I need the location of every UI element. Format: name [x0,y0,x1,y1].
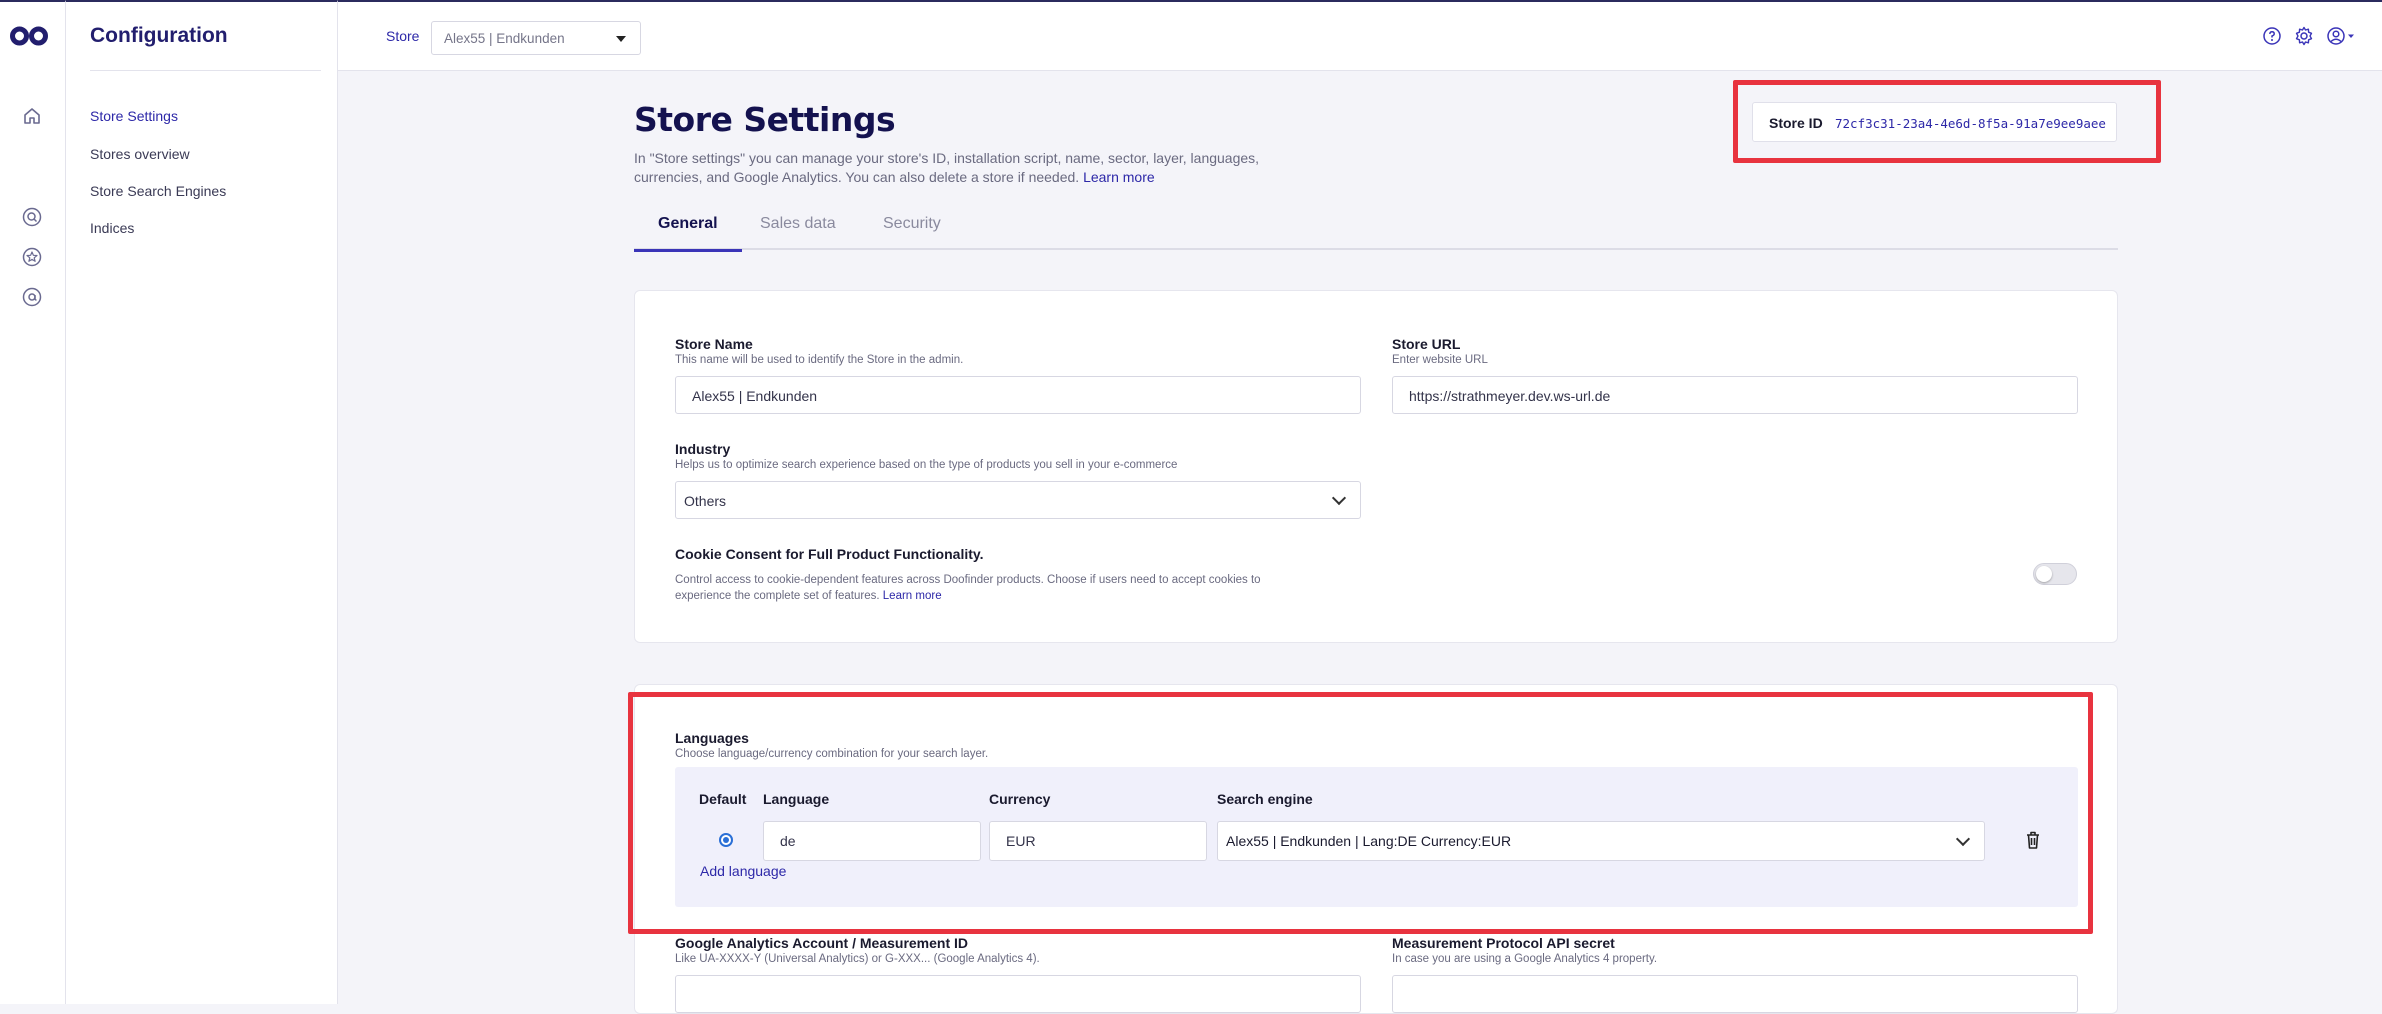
trash-icon[interactable] [2023,829,2043,851]
default-language-radio[interactable] [719,833,733,847]
tab-sales-data[interactable]: Sales data [736,214,860,250]
doofinder-logo-icon[interactable] [10,26,48,51]
column-language: Language [763,791,830,807]
home-icon[interactable] [22,106,42,126]
store-id-label: Store ID [1769,115,1823,131]
learn-more-link[interactable]: Learn more [1083,169,1155,185]
page-description: In "Store settings" you can manage your … [634,150,1260,185]
gear-icon[interactable] [2294,26,2314,46]
industry-select[interactable]: Others [675,481,1361,519]
cookie-learn-more-link[interactable]: Learn more [883,590,942,602]
industry-label: Industry [675,441,731,457]
chevron-down-icon [1955,831,1971,847]
sidebar-divider [90,70,321,71]
cookie-consent-help: Control access to cookie-dependent featu… [675,574,1261,602]
page-title: Store Settings [634,100,896,139]
sidebar-item-indices[interactable]: Indices [90,220,134,236]
chevron-down-icon [1331,490,1347,506]
languages-table: Default Language Currency Search engine … [675,767,2078,907]
cookie-consent-label: Cookie Consent for Full Product Function… [675,546,984,562]
store-url-label: Store URL [1392,336,1461,352]
store-name-help: This name will be used to identify the S… [675,354,964,366]
currency-input[interactable]: EUR [989,821,1207,861]
ga-account-help: Like UA-XXXX-Y (Universal Analytics) or … [675,953,1040,965]
configuration-sidebar: Configuration Store Settings Stores over… [66,0,338,1004]
chevron-down-icon [616,36,626,42]
at-icon[interactable] [22,287,42,307]
search-icon[interactable] [22,207,42,227]
measurement-secret-label: Measurement Protocol API secret [1392,935,1615,951]
store-name-input[interactable]: Alex55 | Endkunden [675,376,1361,414]
help-icon[interactable] [2262,26,2282,46]
languages-title: Languages [675,730,749,746]
column-search-engine: Search engine [1217,791,1313,807]
icon-rail [0,0,66,1004]
sidebar-item-store-settings[interactable]: Store Settings [90,108,178,124]
languages-card: Languages Choose language/currency combi… [634,684,2118,1014]
store-url-input[interactable]: https://strathmeyer.dev.ws-url.de [1392,376,2078,414]
industry-help: Helps us to optimize search experience b… [675,459,1178,471]
store-url-help: Enter website URL [1392,354,1488,366]
store-selector-value: Alex55 | Endkunden [444,31,565,46]
store-id-box[interactable]: Store ID 72cf3c31-23a4-4e6d-8f5a-91a7e9e… [1752,102,2117,142]
sidebar-item-stores-overview[interactable]: Stores overview [90,146,190,162]
column-currency: Currency [989,791,1051,807]
store-id-value[interactable]: 72cf3c31-23a4-4e6d-8f5a-91a7e9ee9aee [1835,116,2106,131]
sidebar-title: Configuration [90,24,228,47]
measurement-secret-input[interactable] [1392,975,2078,1013]
sidebar-item-store-search-engines[interactable]: Store Search Engines [90,183,226,199]
star-icon[interactable] [22,247,42,267]
language-input[interactable]: de [763,821,981,861]
ga-account-input[interactable] [675,975,1361,1013]
column-default: Default [699,791,747,807]
store-selector[interactable]: Alex55 | Endkunden [431,21,641,55]
general-settings-card: Store Name This name will be used to ide… [634,290,2118,643]
ga-account-label: Google Analytics Account / Measurement I… [675,935,969,951]
tab-security[interactable]: Security [859,214,965,250]
search-engine-select[interactable]: Alex55 | Endkunden | Lang:DE Currency:EU… [1217,821,1985,861]
add-language-link[interactable]: Add language [700,863,786,879]
toggle-knob [2036,566,2052,582]
top-bar: Store Alex55 | Endkunden [338,0,2382,71]
user-menu[interactable] [2326,26,2356,46]
cookie-consent-toggle[interactable] [2033,563,2077,585]
tab-general[interactable]: General [634,214,742,252]
store-selector-label: Store [386,28,420,44]
tab-bar: General Sales data Security [634,212,2118,252]
measurement-secret-help: In case you are using a Google Analytics… [1392,953,1658,965]
languages-help: Choose language/currency combination for… [675,748,989,760]
store-name-label: Store Name [675,336,753,352]
